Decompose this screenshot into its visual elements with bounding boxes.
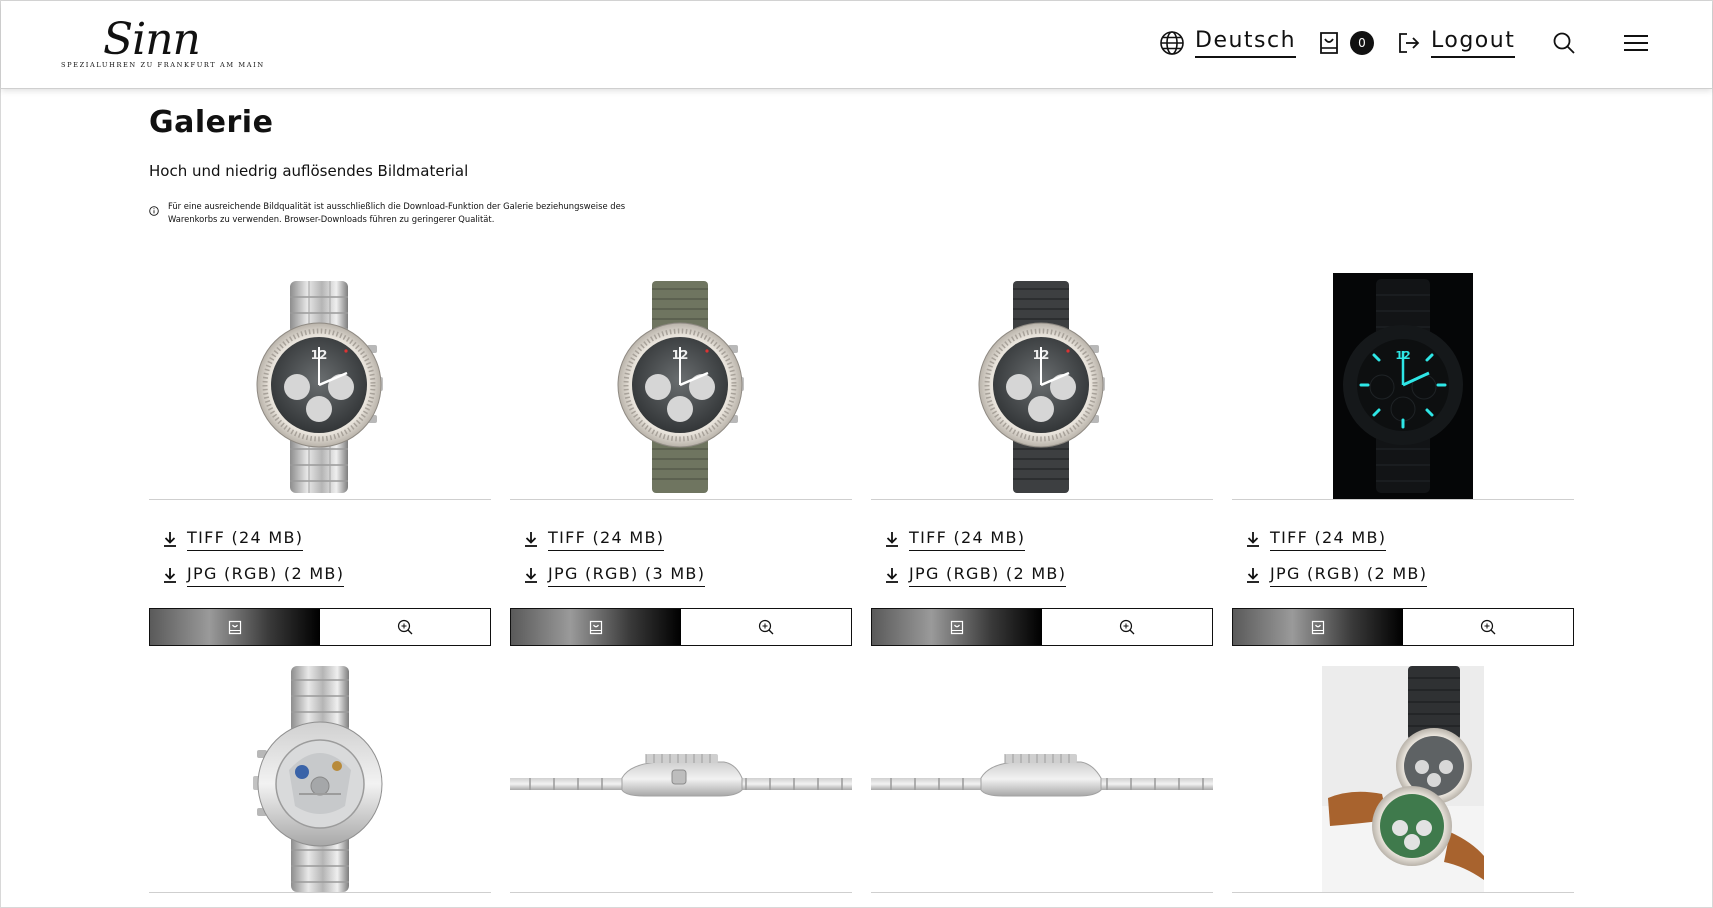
download-icon xyxy=(886,532,898,547)
download-icon xyxy=(1247,532,1259,547)
download-jpg-label: JPG (RGB) (2 MB) xyxy=(909,564,1067,587)
download-tiff-label: TIFF (24 MB) xyxy=(548,528,665,551)
zoom-icon xyxy=(758,619,774,635)
gallery-image-grey-strap[interactable]: 12 xyxy=(871,273,1213,500)
download-jpg-link[interactable]: JPG (RGB) (3 MB) xyxy=(524,561,706,589)
card-actions xyxy=(1232,608,1574,646)
gallery-card: 12 TIFF (24 MB) JPG (RGB) (2 MB) xyxy=(1232,273,1574,647)
brand-logo[interactable]: Sinn SPEZIALUHREN ZU FRANKFURT AM MAIN xyxy=(59,15,269,75)
zoom-icon xyxy=(1119,619,1135,635)
download-jpg-link[interactable]: JPG (RGB) (2 MB) xyxy=(163,561,345,589)
gallery-card xyxy=(149,666,491,894)
gallery-image-olive-strap[interactable]: 12 xyxy=(510,273,852,500)
card-actions xyxy=(871,608,1213,646)
download-icon xyxy=(886,568,898,583)
gallery-card xyxy=(871,666,1213,894)
download-tiff-link[interactable]: TIFF (24 MB) xyxy=(885,525,1026,553)
gallery-image-luminous[interactable]: 12 xyxy=(1232,273,1574,500)
zoom-button[interactable] xyxy=(1403,609,1573,645)
site-header: Sinn SPEZIALUHREN ZU FRANKFURT AM MAIN D… xyxy=(1,1,1712,89)
download-jpg-label: JPG (RGB) (3 MB) xyxy=(548,564,706,587)
gallery-card: 12 TIFF (24 MB) JPG (RGB) (3 MB) xyxy=(510,273,852,647)
notice-text: Für eine ausreichende Bildqualität ist a… xyxy=(168,201,626,224)
zoom-button[interactable] xyxy=(681,609,851,645)
add-to-cart-button[interactable] xyxy=(872,609,1042,645)
cart-count-badge: 0 xyxy=(1350,31,1374,55)
card-actions xyxy=(149,608,491,646)
download-tiff-label: TIFF (24 MB) xyxy=(1270,528,1387,551)
download-jpg-label: JPG (RGB) (2 MB) xyxy=(1270,564,1428,587)
page-subtitle: Hoch und niedrig auflösendes Bildmateria… xyxy=(149,162,469,180)
info-icon xyxy=(149,206,159,216)
gallery-card: 12 TIFF (24 MB) JPG (RGB) (2 MB) xyxy=(871,273,1213,647)
add-to-cart-button[interactable] xyxy=(511,609,681,645)
download-tiff-link[interactable]: TIFF (24 MB) xyxy=(163,525,304,553)
cart-icon xyxy=(950,620,964,634)
cart-button[interactable]: 0 xyxy=(1318,25,1374,61)
add-to-cart-button[interactable] xyxy=(1233,609,1403,645)
download-tiff-link[interactable]: TIFF (24 MB) xyxy=(1246,525,1387,553)
gallery-image-two-watches[interactable] xyxy=(1232,666,1574,893)
page-title: Galerie xyxy=(149,105,274,140)
gallery-card xyxy=(1232,666,1574,894)
download-icon xyxy=(164,568,176,583)
zoom-icon xyxy=(397,619,413,635)
hamburger-menu-icon xyxy=(1624,35,1648,51)
language-selector[interactable]: Deutsch xyxy=(1159,25,1297,61)
language-label: Deutsch xyxy=(1195,28,1297,58)
zoom-button[interactable] xyxy=(1042,609,1212,645)
cart-icon xyxy=(1311,620,1325,634)
zoom-icon xyxy=(1480,619,1496,635)
globe-icon xyxy=(1160,31,1184,55)
quality-notice: Für eine ausreichende Bildqualität ist a… xyxy=(149,200,628,225)
cart-icon xyxy=(589,620,603,634)
download-icon xyxy=(525,568,537,583)
download-icon xyxy=(164,532,176,547)
brand-wordmark: Sinn xyxy=(103,14,201,65)
download-icon xyxy=(1247,568,1259,583)
download-jpg-link[interactable]: JPG (RGB) (2 MB) xyxy=(1246,561,1428,589)
search-button[interactable] xyxy=(1552,25,1576,61)
download-tiff-label: TIFF (24 MB) xyxy=(909,528,1026,551)
logout-link[interactable]: Logout xyxy=(1397,25,1516,61)
brand-tagline: SPEZIALUHREN ZU FRANKFURT AM MAIN xyxy=(61,61,265,69)
logout-icon xyxy=(1399,33,1420,53)
download-tiff-label: TIFF (24 MB) xyxy=(187,528,304,551)
cart-icon xyxy=(1320,32,1338,54)
gallery-image-side-profile-left[interactable] xyxy=(510,666,852,893)
download-tiff-link[interactable]: TIFF (24 MB) xyxy=(524,525,665,553)
gallery-image-caseback[interactable] xyxy=(149,666,491,893)
download-icon xyxy=(525,532,537,547)
logout-label: Logout xyxy=(1431,28,1516,58)
zoom-button[interactable] xyxy=(320,609,490,645)
gallery-card: 12 TIFF (24 MB) JPG (RGB) (2 MB) xyxy=(149,273,491,647)
menu-button[interactable] xyxy=(1623,25,1649,61)
cart-icon xyxy=(228,620,242,634)
gallery-image-side-profile-right[interactable] xyxy=(871,666,1213,893)
gallery-card xyxy=(510,666,852,894)
add-to-cart-button[interactable] xyxy=(150,609,320,645)
search-icon xyxy=(1553,32,1575,54)
download-jpg-label: JPG (RGB) (2 MB) xyxy=(187,564,345,587)
gallery-image-steel-bracelet[interactable]: 12 xyxy=(149,273,491,500)
download-jpg-link[interactable]: JPG (RGB) (2 MB) xyxy=(885,561,1067,589)
card-actions xyxy=(510,608,852,646)
